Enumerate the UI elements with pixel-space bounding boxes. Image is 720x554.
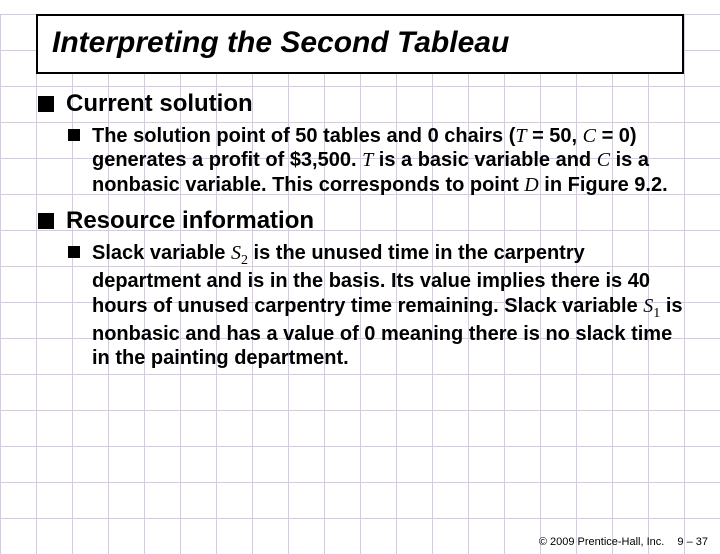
sub-text: The solution point of 50 tables and 0 ch…: [92, 124, 684, 197]
slide-content: Interpreting the Second Tableau Current …: [0, 14, 720, 371]
square-bullet-small-icon: [68, 129, 80, 141]
square-bullet-small-icon: [68, 246, 80, 258]
bullet-label: Current solution: [66, 90, 684, 118]
var-letter: S: [643, 295, 653, 317]
variable-T: T: [362, 149, 373, 171]
variable-S2: S2: [231, 242, 248, 264]
text-fragment: Slack variable: [92, 242, 231, 264]
slide-title: Interpreting the Second Tableau: [52, 26, 668, 60]
variable-D: D: [524, 174, 538, 196]
var-subscript: 2: [241, 253, 248, 268]
variable-T: T: [515, 125, 526, 147]
footer: © 2009 Prentice-Hall, Inc. 9 – 37: [539, 536, 708, 548]
bullet-resource-information: Resource information Slack variable S2 i…: [36, 207, 684, 370]
text-fragment: is a basic variable and: [373, 149, 596, 171]
copyright-text: © 2009 Prentice-Hall, Inc.: [539, 536, 665, 548]
sub-list: Slack variable S2 is the unused time in …: [66, 241, 684, 370]
bullet-current-solution: Current solution The solution point of 5…: [36, 90, 684, 197]
var-letter: S: [231, 242, 241, 264]
bullet-label: Resource information: [66, 207, 684, 235]
sub-list: The solution point of 50 tables and 0 ch…: [66, 124, 684, 197]
variable-S1: S1: [643, 295, 660, 317]
sub-text: Slack variable S2 is the unused time in …: [92, 241, 684, 370]
text-fragment: in Figure 9.2.: [539, 174, 668, 196]
title-box: Interpreting the Second Tableau: [36, 14, 684, 74]
variable-C: C: [583, 125, 596, 147]
sub-bullet: Slack variable S2 is the unused time in …: [66, 241, 684, 370]
text-fragment: The solution point of 50 tables and 0 ch…: [92, 125, 515, 147]
page-number: 9 – 37: [677, 536, 708, 548]
square-bullet-icon: [38, 96, 54, 112]
bullet-list: Current solution The solution point of 5…: [36, 90, 684, 371]
sub-bullet: The solution point of 50 tables and 0 ch…: [66, 124, 684, 197]
text-fragment: = 50,: [527, 125, 583, 147]
square-bullet-icon: [38, 213, 54, 229]
variable-C: C: [597, 149, 610, 171]
